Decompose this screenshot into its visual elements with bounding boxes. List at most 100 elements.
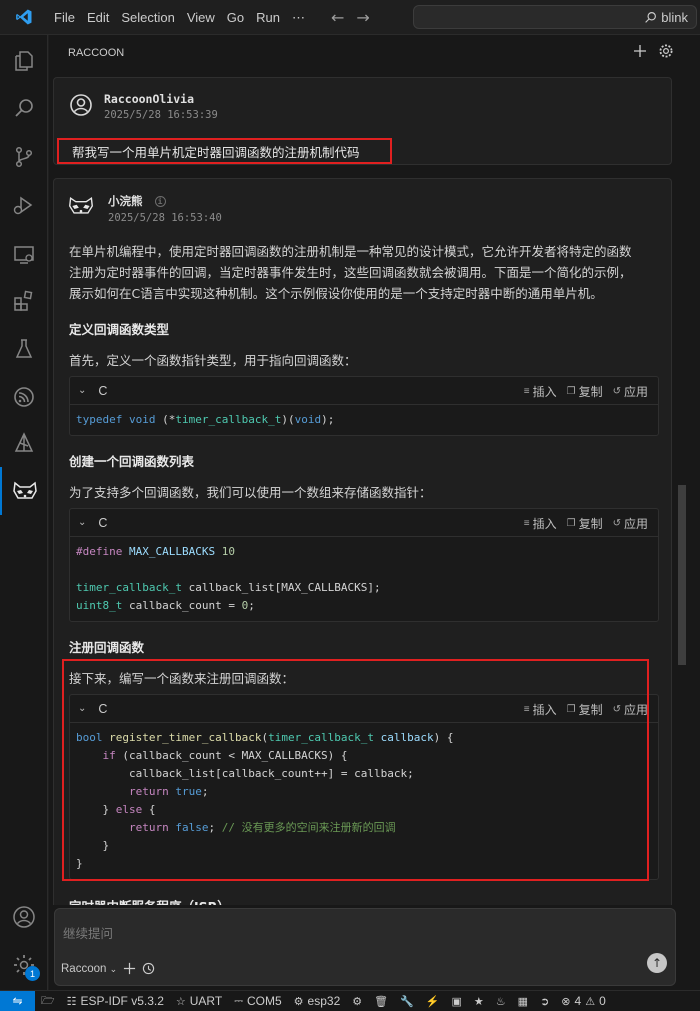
chevron-down-icon[interactable]: ⌄ [78,517,86,528]
status-bar: ⇋ 🗁 ☷ ESP-IDF v5.3.2 ☆ UART ⎓ COM5 ⚙ esp32 ⚙… [0,990,700,1011]
forward-arrow-icon[interactable]: → [356,8,369,27]
menu-edit[interactable]: Edit [81,0,115,35]
chevron-down-icon: ⌄ [109,963,118,974]
code-content[interactable]: typedef void (*timer_callback_t)(void); [70,405,658,435]
assistant-timestamp: 2025/5/28 16:53:40 [108,212,222,224]
menu-more[interactable]: ⋯ [286,0,311,35]
insert-icon: ≡ [523,517,530,529]
menu-bar: File Edit Selection View Go Run ⋯ [48,0,311,35]
copy-label: 复制 [578,384,603,399]
section-text: 为了支持多个回调函数，我们可以使用一个数组来存储函数指针： [69,485,432,500]
section-heading: 注册回调函数 [69,640,145,655]
copy-icon: ❐ [566,385,576,397]
error-count: 4 [574,994,582,1008]
target-chip-label: esp32 [307,994,341,1008]
apply-button[interactable]: ↺ 应用 [613,515,648,532]
status-flash-icon[interactable]: ⚡ [420,995,446,1008]
copy-label: 复制 [578,516,603,531]
vscode-logo-icon [0,0,48,35]
apply-icon: ↺ [612,517,621,529]
activity-bar: 1 [0,35,48,990]
status-project-folder[interactable]: 🗁 [35,992,61,1011]
apply-label: 应用 [623,384,648,399]
status-trash-icon[interactable]: 🗑 [368,995,394,1008]
status-config-gear-icon[interactable]: ⚙ [346,995,368,1008]
menu-selection[interactable]: Selection [115,0,180,35]
menu-go[interactable]: Go [221,0,250,35]
remote-indicator-icon[interactable]: ⇋ [0,990,35,1011]
status-run-task-icon[interactable]: ➲ [534,995,555,1008]
menu-run[interactable]: Run [250,0,286,35]
copy-button[interactable]: ❐ 复制 [567,515,603,532]
apply-label: 应用 [623,516,648,531]
agent-selector[interactable]: Raccoon ⌄ [61,963,117,975]
code-block: ⌄ C ≡ 插入 ❐ 复制 ↺ 应用 #define MAX_CALLBACKS 10… [69,508,659,622]
menu-view[interactable]: View [181,0,221,35]
status-fire-icon[interactable]: ♨ [490,995,512,1008]
status-build-flash-monitor-icon[interactable]: ★ [468,995,490,1008]
testing-flask-icon[interactable] [0,325,48,373]
intro-paragraph: 在单片机编程中，使用定时器回调函数的注册机制是一种常见的设计模式，它允许开发者将… [69,241,659,304]
history-icon[interactable] [142,962,155,975]
menu-file[interactable]: File [48,0,81,35]
warning-icon: ⚠ [585,995,596,1008]
raccoon-extension-icon[interactable] [0,467,48,515]
insert-label: 插入 [532,516,557,531]
panel-title: RACCOON [68,47,125,59]
warning-count: 0 [599,994,606,1008]
apply-icon: ↺ [612,385,621,397]
intro-line: 展示如何在C语言中实现这种机制。这个示例假设你使用的是一个支持定时器中断的通用单… [69,286,603,301]
uart-label: UART [189,994,223,1008]
info-icon[interactable]: i [154,196,166,207]
chevron-down-icon[interactable]: ⌄ [78,385,86,396]
explorer-icon[interactable] [0,37,48,85]
add-context-plus-icon[interactable] [123,962,136,975]
esp-idf-icon[interactable] [0,373,48,421]
status-build-wrench-icon[interactable]: 🔧 [394,995,420,1008]
status-flash-method[interactable]: ☆ UART [170,994,228,1008]
section-heading: 定时器中断服务程序（ISR） [69,896,659,905]
insert-label: 插入 [532,384,557,399]
back-arrow-icon[interactable]: ← [331,8,344,27]
status-port[interactable]: ⎓ COM5 [228,994,287,1008]
source-control-icon[interactable] [0,133,48,181]
raccoon-avatar-icon [68,193,94,219]
status-terminal-icon[interactable]: ▦ [512,995,534,1008]
copy-button[interactable]: ❐ 复制 [567,383,603,400]
update-badge: 1 [25,966,40,981]
insert-button[interactable]: ≡ 插入 [524,383,557,400]
status-monitor-icon[interactable]: ▣ [446,995,468,1008]
remote-explorer-icon[interactable] [0,231,48,279]
intro-line: 在单片机编程中，使用定时器回调函数的注册机制是一种常见的设计模式，它允许开发者将… [69,244,632,259]
send-arrow-icon[interactable]: ↑ [647,953,667,973]
highlight-box [62,659,649,881]
platform-tool-icon[interactable] [0,419,48,467]
code-content[interactable]: #define MAX_CALLBACKS 10 timer_callback_… [70,537,658,621]
search-text: blink [661,9,688,25]
settings-gear-icon[interactable] [658,43,674,59]
status-espidf-version[interactable]: ☷ ESP-IDF v5.3.2 [61,994,170,1008]
search-icon[interactable] [0,85,48,133]
extensions-icon[interactable] [0,277,48,325]
new-chat-plus-icon[interactable] [632,43,648,59]
chat-input-box[interactable]: 继续提问 Raccoon ⌄ ↑ [54,908,676,986]
run-debug-icon[interactable] [0,181,48,229]
account-icon[interactable] [0,893,48,941]
copy-icon: ❐ [566,517,576,529]
user-name: RaccoonOlivia [104,92,195,106]
chat-input-placeholder[interactable]: 继续提问 [63,923,113,942]
apply-button[interactable]: ↺ 应用 [613,383,648,400]
star-icon: ☆ [175,995,186,1008]
insert-button[interactable]: ≡ 插入 [524,515,557,532]
section-text: 首先，定义一个函数指针类型，用于指向回调函数： [69,353,357,368]
manage-gear-icon[interactable]: 1 [0,941,48,989]
plug-icon: ⎓ [234,994,243,1007]
status-target[interactable]: ⚙ esp32 [288,994,347,1008]
status-problems[interactable]: ⊗ 4 ⚠ 0 [555,994,607,1008]
agent-name: Raccoon [61,962,107,975]
chat-scrollbar-thumb[interactable] [678,485,686,665]
raccoon-chat-panel: RACCOON RaccoonOlivia 2025/5/28 16:53:39… [49,35,700,990]
code-language: C [98,515,108,530]
folder-icon: 🗁 [41,994,55,1007]
command-center-search[interactable]: blink [413,5,697,29]
